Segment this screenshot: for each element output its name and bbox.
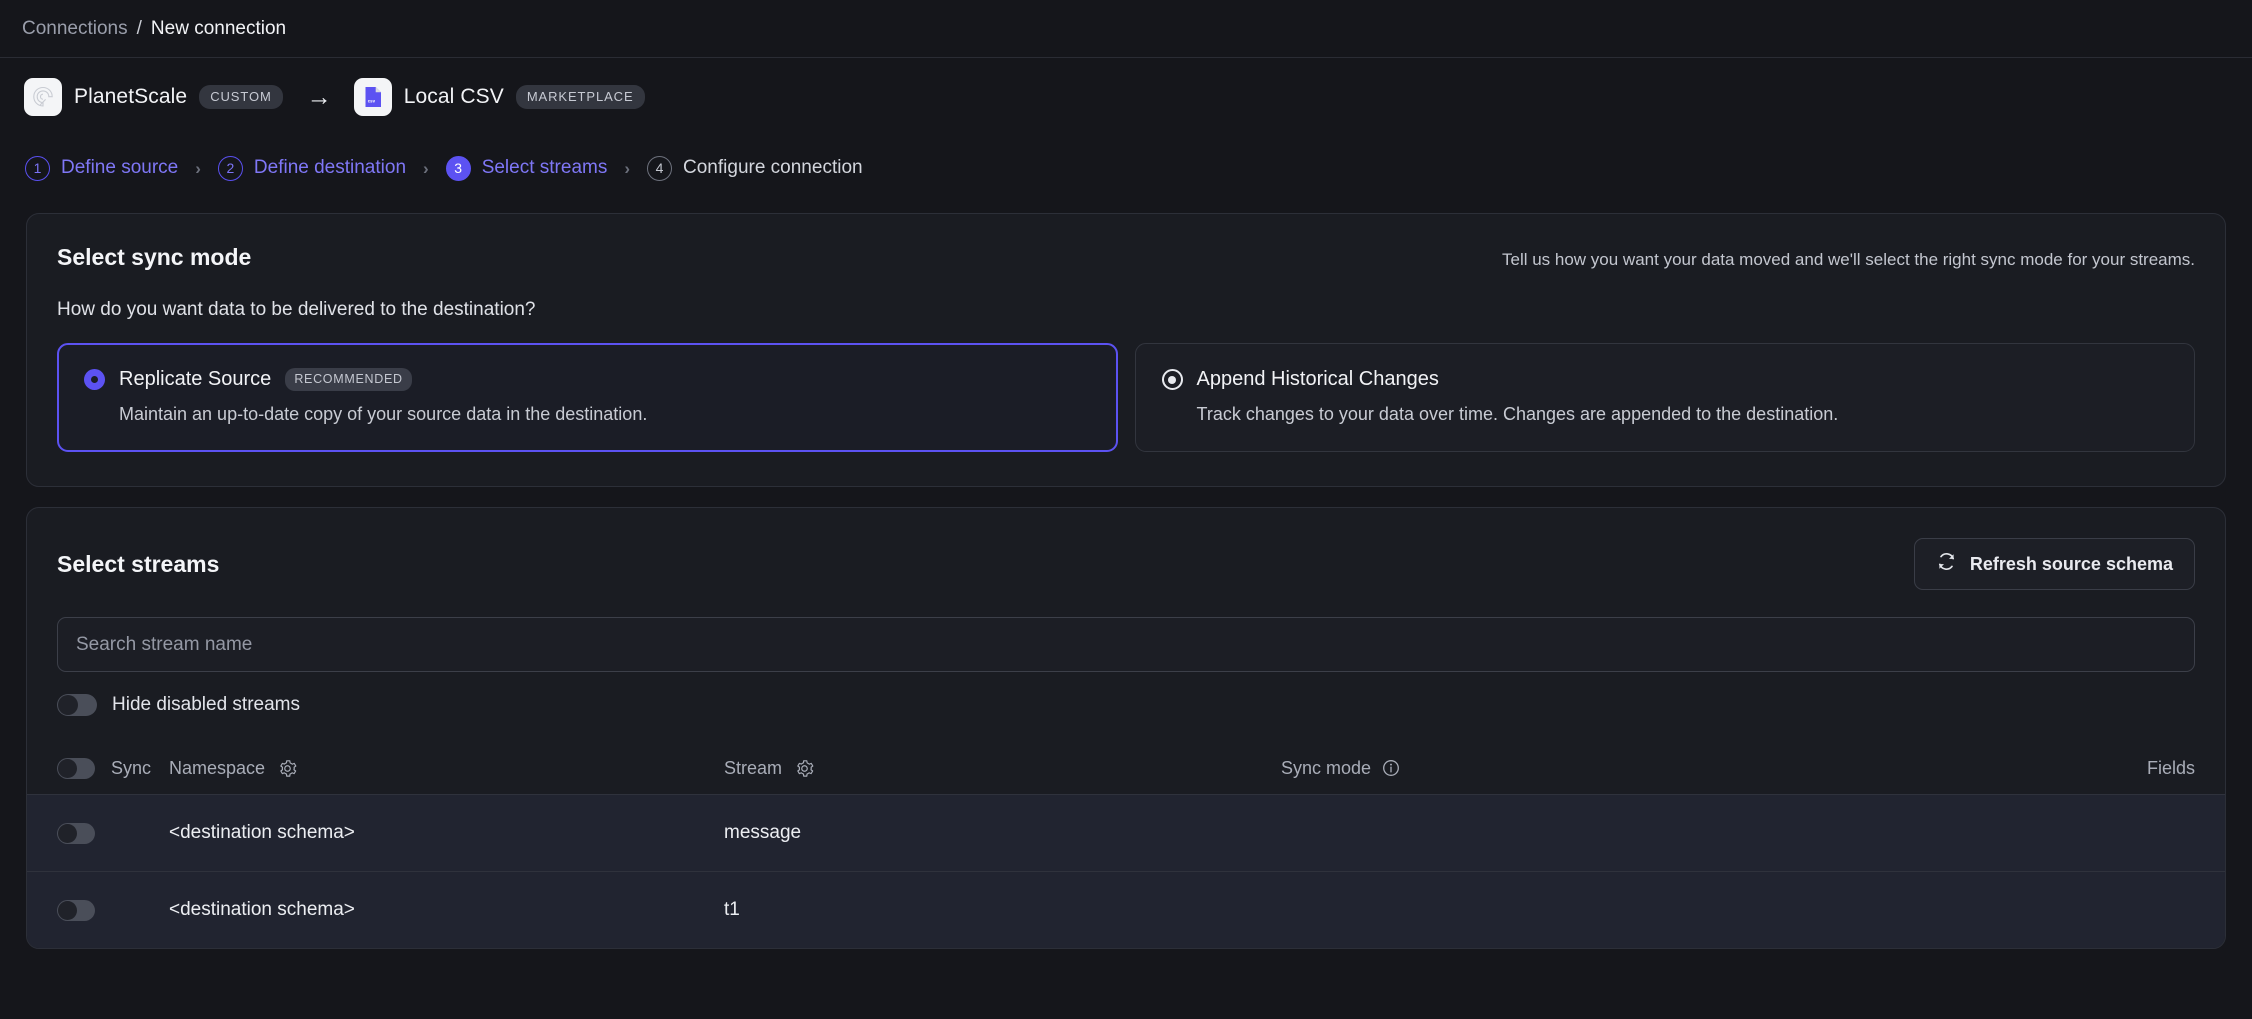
- step-label-define-destination: Define destination: [253, 157, 407, 178]
- step-chevron-icon-2: ›: [423, 158, 429, 178]
- sync-mode-header: Select sync mode Tell us how you want yo…: [57, 244, 2195, 271]
- destination-connector-name: Local CSV: [403, 85, 504, 108]
- option-description-replicate-source: Maintain an up-to-date copy of your sour…: [119, 404, 648, 424]
- radio-replicate-source[interactable]: [84, 369, 105, 390]
- sync-all-toggle[interactable]: [57, 757, 95, 779]
- select-streams-card: Select streams Refresh source schema Hid…: [26, 507, 2226, 949]
- step-label-define-source: Define source: [61, 157, 179, 178]
- step-number-1: 1: [25, 155, 50, 181]
- radio-append-historical-changes[interactable]: [1161, 369, 1183, 390]
- source-connector-name: PlanetScale: [74, 85, 188, 108]
- search-stream-wrap: [27, 617, 2225, 672]
- option-description-append-historical-changes: Track changes to your data over time. Ch…: [1196, 404, 1839, 424]
- sync-mode-options: Replicate Source RECOMMENDED Maintain an…: [57, 343, 2195, 452]
- breadcrumb-current: New connection: [150, 17, 287, 39]
- row-namespace-cell: <destination schema>: [169, 822, 355, 843]
- row-sync-cell: [57, 899, 169, 921]
- stream-gear-icon[interactable]: [795, 759, 814, 778]
- column-header-fields: Fields: [2146, 757, 2195, 778]
- option-title-replicate-source: Replicate Source: [119, 368, 272, 390]
- row-sync-toggle[interactable]: [57, 822, 95, 844]
- planetscale-logo-icon: [24, 78, 62, 116]
- column-label-stream: Stream: [724, 757, 783, 778]
- hide-disabled-streams-label: Hide disabled streams: [112, 694, 300, 715]
- refresh-source-schema-label: Refresh source schema: [1969, 553, 2173, 574]
- option-badge-recommended: RECOMMENDED: [285, 368, 412, 391]
- option-title-append-historical-changes: Append Historical Changes: [1196, 368, 1439, 390]
- select-sync-mode-card: Select sync mode Tell us how you want yo…: [26, 213, 2226, 487]
- column-header-stream: Stream: [724, 758, 1281, 779]
- step-select-streams[interactable]: 3 Select streams: [445, 155, 608, 181]
- namespace-gear-icon[interactable]: [278, 759, 297, 778]
- sync-mode-title: Select sync mode: [57, 244, 252, 270]
- option-head-append: Append Historical Changes: [1161, 368, 2169, 391]
- svg-text:csv: csv: [367, 99, 375, 104]
- csv-file-icon: csv: [353, 78, 392, 116]
- column-label-sync: Sync: [111, 757, 152, 778]
- step-configure-connection[interactable]: 4 Configure connection: [647, 155, 863, 181]
- wizard-steps: 1 Define source › 2 Define destination ›…: [0, 136, 2252, 200]
- breadcrumb-separator: /: [136, 17, 142, 39]
- step-number-4: 4: [647, 155, 673, 181]
- hide-disabled-streams-row: Hide disabled streams: [27, 694, 2225, 716]
- column-label-namespace: Namespace: [169, 757, 266, 778]
- step-number-2: 2: [217, 155, 243, 181]
- column-header-sync-mode: Sync mode: [1281, 758, 2085, 779]
- streams-table: Sync Namespace Stream Sync mode Fields <…: [27, 742, 2225, 948]
- column-label-sync-mode: Sync mode: [1281, 757, 1372, 778]
- connector-summary: PlanetScale CUSTOM → csv Local CSV MARKE…: [0, 58, 2252, 136]
- refresh-source-schema-button[interactable]: Refresh source schema: [1913, 538, 2195, 590]
- arrow-right-icon: →: [306, 82, 332, 111]
- option-head-replicate: Replicate Source RECOMMENDED: [84, 368, 1091, 391]
- source-connector[interactable]: PlanetScale CUSTOM: [24, 78, 283, 116]
- step-define-source[interactable]: 1 Define source: [25, 155, 179, 181]
- table-row[interactable]: <destination schema> t1: [27, 871, 2225, 948]
- sync-mode-option-replicate-source[interactable]: Replicate Source RECOMMENDED Maintain an…: [57, 343, 1118, 452]
- streams-title: Select streams: [57, 550, 220, 577]
- destination-connector[interactable]: csv Local CSV MARKETPLACE: [353, 78, 645, 116]
- column-header-namespace: Namespace: [169, 758, 724, 779]
- streams-table-header: Sync Namespace Stream Sync mode Fields: [27, 742, 2225, 794]
- step-label-select-streams: Select streams: [481, 157, 608, 178]
- refresh-icon: [1936, 551, 1957, 577]
- breadcrumb: Connections / New connection: [0, 0, 2252, 58]
- table-row[interactable]: <destination schema> message: [27, 794, 2225, 871]
- column-header-sync: Sync: [57, 757, 169, 779]
- search-stream-input[interactable]: [57, 617, 2195, 672]
- source-connector-badge: CUSTOM: [199, 85, 283, 109]
- step-label-configure-connection: Configure connection: [683, 157, 863, 178]
- sync-mode-question: How do you want data to be delivered to …: [57, 299, 536, 320]
- row-sync-toggle[interactable]: [57, 899, 95, 921]
- streams-header: Select streams Refresh source schema: [27, 538, 2225, 590]
- step-chevron-icon-3: ›: [624, 158, 631, 178]
- row-stream-cell: t1: [724, 899, 740, 920]
- row-sync-cell: [57, 822, 169, 844]
- sync-mode-hint: Tell us how you want your data moved and…: [1501, 250, 2195, 269]
- step-number-3: 3: [445, 155, 471, 181]
- step-define-destination[interactable]: 2 Define destination: [217, 155, 407, 181]
- breadcrumb-parent-link[interactable]: Connections: [22, 18, 128, 40]
- sync-mode-info-icon[interactable]: [1382, 759, 1400, 777]
- step-chevron-icon-1: ›: [195, 158, 201, 178]
- sync-mode-option-append-historical-changes[interactable]: Append Historical Changes Track changes …: [1134, 343, 2195, 452]
- destination-connector-badge: MARKETPLACE: [515, 85, 645, 109]
- hide-disabled-streams-toggle[interactable]: [57, 694, 97, 716]
- row-stream-cell: message: [724, 822, 802, 843]
- row-namespace-cell: <destination schema>: [169, 899, 355, 920]
